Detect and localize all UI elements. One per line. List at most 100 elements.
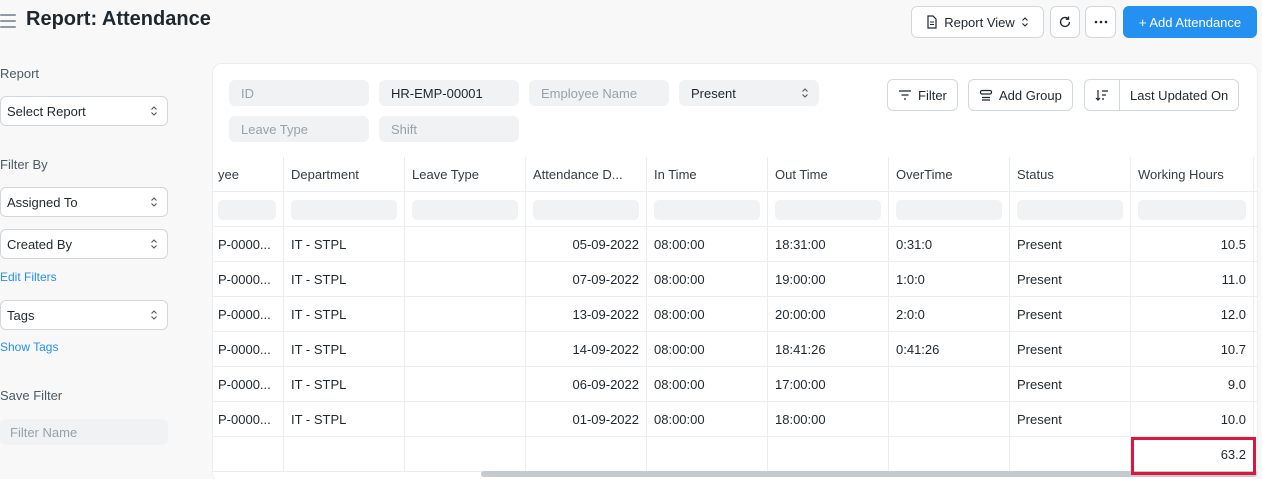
cell-employee[interactable]: P-0000... [213, 402, 284, 437]
id-filter-input[interactable]: ID [229, 80, 369, 106]
cell-working-hours[interactable]: 10.5 [1131, 227, 1254, 262]
cell-in-time[interactable]: 08:00:00 [647, 297, 768, 332]
column-filter-input[interactable] [1138, 199, 1246, 220]
sidebar-toggle-icon[interactable] [0, 14, 16, 28]
cell-out-time[interactable]: 19:00:00 [768, 262, 889, 297]
cell-overtime[interactable]: 0:41:26 [889, 332, 1010, 367]
refresh-button[interactable] [1050, 6, 1080, 38]
column-header-attendance-date[interactable]: Attendance D... [526, 157, 647, 192]
cell-working-hours[interactable]: 12.0 [1131, 297, 1254, 332]
cell-working-hours[interactable]: 10.0 [1131, 402, 1254, 437]
column-filter-input[interactable] [533, 199, 639, 220]
column-filter-status[interactable] [1010, 192, 1131, 227]
show-tags-link[interactable]: Show Tags [0, 340, 58, 354]
cell-in-time[interactable]: 08:00:00 [647, 332, 768, 367]
cell-status[interactable]: Present [1010, 262, 1131, 297]
cell-leave-type[interactable] [405, 297, 526, 332]
filter-name-input[interactable]: Filter Name [0, 419, 168, 445]
column-filter-attendance-date[interactable] [526, 192, 647, 227]
cell-in-time[interactable]: 08:00:00 [647, 367, 768, 402]
column-filter-in-time[interactable] [647, 192, 768, 227]
column-filter-input[interactable] [412, 199, 518, 220]
cell-department[interactable]: IT - STPL [284, 402, 405, 437]
column-header-overtime[interactable]: OverTime [889, 157, 1010, 192]
cell-employee[interactable]: P-0000... [213, 297, 284, 332]
column-filter-input[interactable] [775, 199, 881, 220]
cell-status[interactable]: Present [1010, 402, 1131, 437]
column-filter-out-time[interactable] [768, 192, 889, 227]
column-header-in-time[interactable]: In Time [647, 157, 768, 192]
more-options-button[interactable] [1085, 6, 1116, 38]
cell-leave-type[interactable] [405, 402, 526, 437]
column-filter-overtime[interactable] [889, 192, 1010, 227]
column-filter-working-hours[interactable] [1131, 192, 1254, 227]
cell-attendance-date[interactable]: 05-09-2022 [526, 227, 647, 262]
cell-overtime[interactable]: 2:0:0 [889, 297, 1010, 332]
column-filter-department[interactable] [284, 192, 405, 227]
cell-out-time[interactable]: 20:00:00 [768, 297, 889, 332]
column-header-out-time[interactable]: Out Time [768, 157, 889, 192]
cell-attendance-date[interactable]: 01-09-2022 [526, 402, 647, 437]
sort-field-button[interactable]: Last Updated On [1119, 79, 1240, 111]
leave-type-filter-input[interactable]: Leave Type [229, 116, 369, 142]
cell-attendance-date[interactable]: 14-09-2022 [526, 332, 647, 367]
add-group-button[interactable]: Add Group [968, 79, 1073, 111]
select-report-dropdown[interactable]: Select Report [0, 96, 168, 126]
cell-overtime[interactable] [889, 402, 1010, 437]
tags-dropdown[interactable]: Tags [0, 300, 168, 330]
column-filter-leave-type[interactable] [405, 192, 526, 227]
cell-status[interactable]: Present [1010, 332, 1131, 367]
cell-department[interactable]: IT - STPL [284, 262, 405, 297]
cell-employee[interactable]: P-0000... [213, 227, 284, 262]
cell-status[interactable]: Present [1010, 297, 1131, 332]
cell-department[interactable]: IT - STPL [284, 297, 405, 332]
cell-employee[interactable]: P-0000... [213, 262, 284, 297]
column-filter-input[interactable] [291, 199, 397, 220]
edit-filters-link[interactable]: Edit Filters [0, 270, 57, 284]
report-view-button[interactable]: Report View [911, 6, 1044, 38]
cell-working-hours[interactable]: 9.0 [1131, 367, 1254, 402]
filter-button[interactable]: Filter [887, 79, 958, 111]
status-filter-select[interactable]: Present [679, 80, 819, 106]
cell-employee[interactable]: P-0000... [213, 332, 284, 367]
cell-attendance-date[interactable]: 06-09-2022 [526, 367, 647, 402]
cell-in-time[interactable]: 08:00:00 [647, 402, 768, 437]
cell-out-time[interactable]: 17:00:00 [768, 367, 889, 402]
sort-order-button[interactable] [1084, 79, 1120, 111]
add-attendance-button[interactable]: + Add Attendance [1123, 6, 1257, 38]
cell-leave-type[interactable] [405, 262, 526, 297]
column-header-leave-type[interactable]: Leave Type [405, 157, 526, 192]
cell-overtime[interactable]: 0:31:0 [889, 227, 1010, 262]
created-by-dropdown[interactable]: Created By [0, 229, 168, 259]
cell-status[interactable]: Present [1010, 227, 1131, 262]
cell-overtime[interactable] [889, 367, 1010, 402]
cell-out-time[interactable]: 18:41:26 [768, 332, 889, 367]
cell-in-time[interactable]: 08:00:00 [647, 262, 768, 297]
column-filter-employee[interactable] [213, 192, 284, 227]
column-header-working-hours[interactable]: Working Hours [1131, 157, 1254, 192]
cell-working-hours[interactable]: 10.7 [1131, 332, 1254, 367]
employee-name-filter-input[interactable]: Employee Name [529, 80, 669, 106]
cell-leave-type[interactable] [405, 227, 526, 262]
cell-out-time[interactable]: 18:31:00 [768, 227, 889, 262]
cell-out-time[interactable]: 18:00:00 [768, 402, 889, 437]
column-filter-input[interactable] [218, 199, 276, 220]
cell-attendance-date[interactable]: 07-09-2022 [526, 262, 647, 297]
column-header-status[interactable]: Status [1010, 157, 1131, 192]
column-filter-input[interactable] [896, 199, 1002, 220]
cell-leave-type[interactable] [405, 367, 526, 402]
cell-attendance-date[interactable]: 13-09-2022 [526, 297, 647, 332]
cell-working-hours[interactable]: 11.0 [1131, 262, 1254, 297]
cell-employee[interactable]: P-0000... [213, 367, 284, 402]
column-filter-input[interactable] [1017, 199, 1123, 220]
cell-department[interactable]: IT - STPL [284, 227, 405, 262]
column-filter-input[interactable] [654, 199, 760, 220]
cell-overtime[interactable]: 1:0:0 [889, 262, 1010, 297]
column-header-employee[interactable]: yee [213, 157, 284, 192]
employee-filter-input[interactable]: HR-EMP-00001 [379, 80, 519, 106]
cell-status[interactable]: Present [1010, 367, 1131, 402]
cell-department[interactable]: IT - STPL [284, 332, 405, 367]
cell-in-time[interactable]: 08:00:00 [647, 227, 768, 262]
cell-department[interactable]: IT - STPL [284, 367, 405, 402]
column-header-department[interactable]: Department [284, 157, 405, 192]
